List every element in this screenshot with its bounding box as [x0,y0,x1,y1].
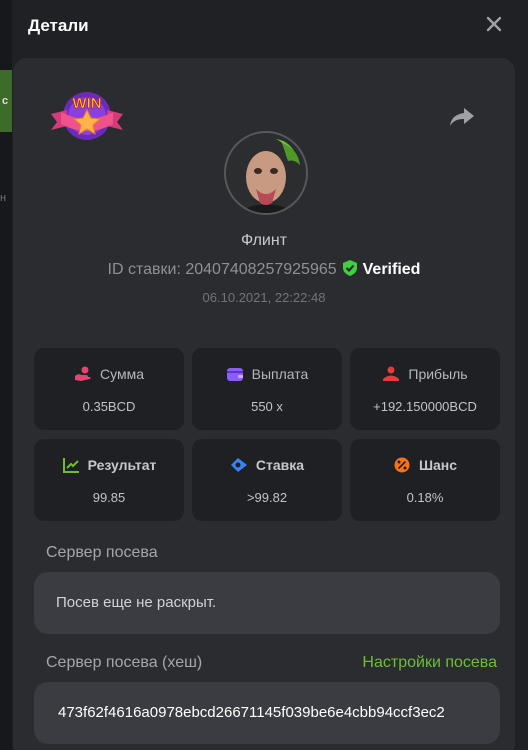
stat-label: Ставка [255,457,305,473]
server-seed-hash-label: Сервер посева (хеш) [46,654,203,671]
modal-header: Детали [12,0,528,52]
server-seed-label: Сервер посева [46,544,158,561]
stat-value: 0.35BCD [82,399,136,414]
stat-value: >99.82 [246,490,288,505]
stat-label: Прибыль [408,366,468,382]
bet-details-modal: Детали WIN Флинт ID ставки: 204074082579… [12,0,528,750]
username: Флинт [240,232,288,249]
bet-id-row: ID ставки: 20407408257925965 Verified [13,260,515,279]
close-icon [486,16,502,32]
chart-result-icon [62,458,79,473]
stat-value: +192.150000BCD [373,399,477,414]
stat-profit: Прибыль +192.150000BCD [350,348,500,430]
stat-payout: Выплата 550 x [192,348,342,430]
seed-settings-link[interactable]: Настройки посева [362,654,497,672]
verified-label: Verified [362,261,421,278]
win-badge-icon: WIN [47,86,127,150]
server-seed-field: Посев еще не раскрыт. [34,572,500,634]
stat-label: Результат [87,457,157,473]
stat-chance: Шанс 0.18% [350,439,500,521]
stat-amount: Сумма 0.35BCD [34,348,184,430]
stat-result: Результат 99.85 [34,439,184,521]
stat-bet: Ставка >99.82 [192,439,342,521]
profit-user-icon [383,366,400,381]
bet-date: 06.10.2021, 22:22:48 [202,290,326,305]
bet-card: WIN Флинт ID ставки: 20407408257925965 V… [13,58,515,750]
wallet-icon [226,368,243,381]
percent-icon [394,457,410,473]
bet-id-label: ID ставки: [107,261,181,278]
background-text: н [0,192,7,204]
coins-hand-icon [75,366,91,381]
share-icon [450,108,474,126]
bet-ticket-icon [230,458,247,472]
stat-value: 550 x [251,399,283,414]
modal-title: Детали [28,16,89,35]
stat-value: 99.85 [92,490,126,505]
win-badge-text: WIN [72,95,101,112]
avatar [224,131,308,215]
server-seed-hash-field[interactable]: 473f62f4616a0978ebcd26671145f039be6e4cbb… [34,682,500,744]
share-button[interactable] [449,106,475,128]
close-button[interactable] [482,12,506,36]
stat-label: Шанс [418,457,458,473]
stat-label: Сумма [100,366,144,382]
bet-id-value: 20407408257925965 [185,261,337,278]
stat-value: 0.18% [406,490,444,505]
verified-shield-icon [342,260,357,276]
stat-label: Выплата [251,366,309,382]
background-text: с [2,95,9,107]
